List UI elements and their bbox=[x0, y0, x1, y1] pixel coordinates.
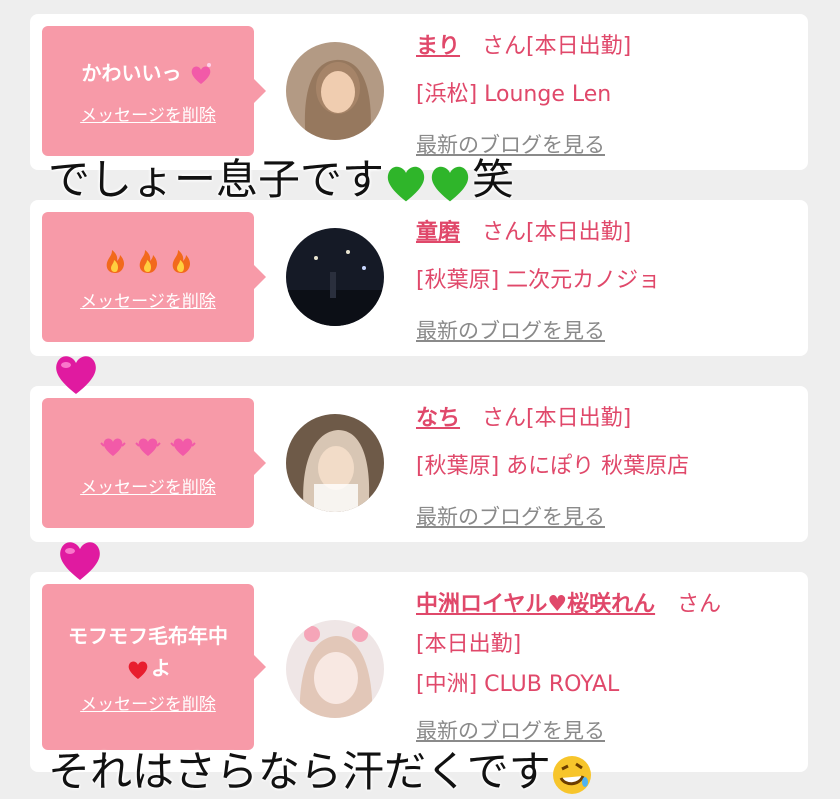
avatar[interactable] bbox=[286, 228, 384, 326]
avatar-photo bbox=[286, 414, 384, 512]
message-card: メッセージを削除 なち さん[本日出勤] [秋葉原] あにぽり 秋葉原店 最新のブ… bbox=[30, 386, 808, 542]
delete-message-link[interactable]: メッセージを削除 bbox=[80, 473, 216, 498]
message-text bbox=[102, 243, 194, 275]
work-status: [本日出勤] bbox=[526, 220, 632, 245]
cast-name-link[interactable]: 童磨 bbox=[416, 220, 460, 245]
blog-link[interactable]: 最新のブログを見る bbox=[416, 312, 796, 350]
red-heart-icon bbox=[128, 661, 148, 679]
delete-message-link[interactable]: メッセージを削除 bbox=[80, 287, 216, 312]
message-card: メッセージを削除 童磨 さん[本日出勤] [秋葉原] 二次元カノジョ 最新のブログ… bbox=[30, 200, 808, 356]
delete-message-link[interactable]: メッセージを削除 bbox=[80, 101, 216, 126]
fire-icon bbox=[106, 250, 125, 273]
cast-info: まり さん[本日出勤] [浜松] Lounge Len 最新のブログを見る bbox=[416, 28, 796, 164]
cast-info: 童磨 さん[本日出勤] [秋葉原] 二次元カノジョ 最新のブログを見る bbox=[416, 214, 796, 350]
avatar-photo bbox=[286, 42, 384, 140]
heartbeat-icon bbox=[170, 438, 196, 456]
caption-bottom: それはさらなら汗だくです bbox=[48, 738, 593, 799]
avatar[interactable] bbox=[286, 414, 384, 512]
delete-message-link[interactable]: メッセージを削除 bbox=[80, 690, 216, 715]
heartbeat-icon bbox=[100, 438, 126, 456]
message-text: モフモフ毛布年中 よ bbox=[68, 623, 228, 680]
work-status: [本日出勤] bbox=[526, 34, 632, 59]
cast-name-link[interactable]: 中洲ロイヤル♥桜咲れん bbox=[416, 592, 655, 617]
message-text bbox=[99, 429, 197, 461]
cast-name-link[interactable]: なち bbox=[416, 406, 460, 431]
message-text: かわいいっ bbox=[82, 57, 215, 89]
honorific: さん bbox=[482, 406, 527, 431]
fire-icon bbox=[139, 250, 157, 273]
work-status: [本日出勤] bbox=[526, 406, 632, 431]
shop-name: [秋葉原] 二次元カノジョ bbox=[416, 268, 661, 293]
honorific: さん bbox=[482, 220, 527, 245]
shop-name: [浜松] Lounge Len bbox=[416, 82, 612, 107]
avatar[interactable] bbox=[286, 42, 384, 140]
heartbeat-icon bbox=[135, 438, 161, 456]
shop-name: [中洲] CLUB ROYAL bbox=[416, 672, 620, 697]
message-bubble: メッセージを削除 bbox=[42, 398, 266, 528]
cast-info: 中洲ロイヤル♥桜咲れん さん [本日出勤] [中洲] CLUB ROYAL 最新の… bbox=[416, 586, 796, 750]
avatar-photo bbox=[286, 620, 384, 718]
avatar[interactable] bbox=[286, 620, 384, 718]
blog-link[interactable]: 最新のブログを見る bbox=[416, 498, 796, 536]
work-status: [本日出勤] bbox=[416, 632, 522, 657]
sparkling-heart-icon bbox=[192, 63, 212, 84]
green-heart-icon bbox=[431, 166, 469, 201]
magenta-heart-icon bbox=[60, 542, 100, 580]
magenta-heart-icon bbox=[56, 356, 96, 394]
caption-top: でしょー息子です笑 bbox=[48, 155, 515, 204]
avatar-photo bbox=[286, 228, 384, 326]
rofl-face-icon bbox=[552, 755, 591, 794]
honorific: さん bbox=[482, 34, 527, 59]
honorific: さん bbox=[677, 592, 722, 617]
green-heart-icon bbox=[387, 166, 425, 201]
cast-info: なち さん[本日出勤] [秋葉原] あにぽり 秋葉原店 最新のブログを見る bbox=[416, 400, 796, 536]
message-bubble: メッセージを削除 bbox=[42, 212, 266, 342]
cast-name-link[interactable]: まり bbox=[416, 34, 460, 59]
message-bubble: かわいいっ メッセージを削除 bbox=[42, 26, 266, 156]
message-bubble: モフモフ毛布年中 よ メッセージを削除 bbox=[42, 584, 266, 750]
shop-name: [秋葉原] あにぽり 秋葉原店 bbox=[416, 454, 690, 479]
fire-icon bbox=[172, 250, 190, 273]
